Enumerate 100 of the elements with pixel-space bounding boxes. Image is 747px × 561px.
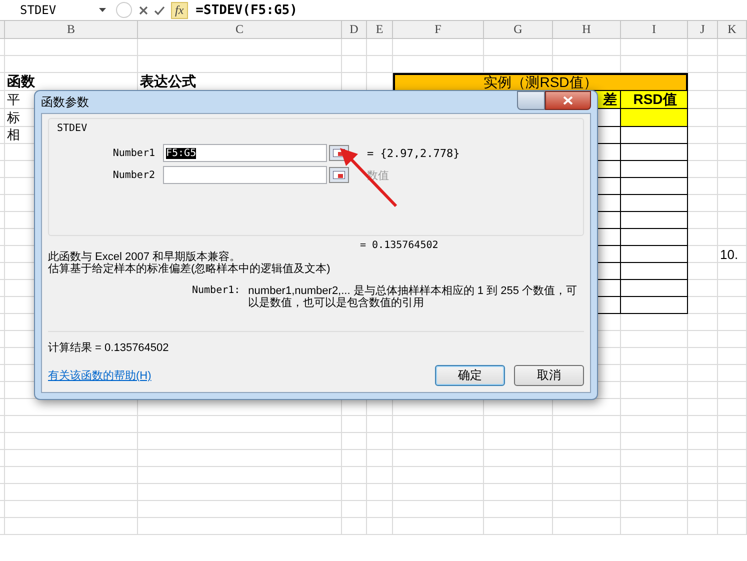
table-cell [688,195,718,212]
table-cell [342,39,367,56]
table-cell [621,467,688,484]
table-cell [688,144,718,161]
column-header[interactable]: G [484,21,553,39]
table-cell [342,399,367,416]
table-cell [621,433,688,450]
insert-function-button[interactable]: fx [171,2,188,18]
column-header[interactable]: E [367,21,393,39]
table-cell [688,39,718,56]
table-cell [621,280,688,297]
table-cell [718,416,747,433]
table-cell [688,518,718,535]
table-cell [688,467,718,484]
argument-field[interactable]: F5:G5 [163,144,327,162]
range-select-icon [333,171,345,179]
table-cell [484,501,553,518]
help-link[interactable]: 有关该函数的帮助(H) [48,368,426,383]
table-cell [718,331,747,348]
table-cell [621,518,688,535]
table-cell [621,212,688,229]
table-cell [688,399,718,416]
table-cell [688,433,718,450]
table-cell [688,416,718,433]
table-cell [688,314,718,331]
column-header[interactable]: C [138,21,342,39]
table-cell [718,433,747,450]
table-cell [342,518,367,535]
table-cell [718,382,747,399]
argument-label: Number1 [112,148,155,158]
table-cell [621,450,688,467]
table-cell [688,263,718,280]
table-cell [718,161,747,178]
check-icon[interactable] [154,6,165,14]
table-cell [718,127,747,144]
table-cell [688,127,718,144]
table-cell [621,39,688,56]
table-cell [553,56,621,73]
table-cell [342,467,367,484]
collapse-button[interactable] [329,167,349,183]
table-cell [688,212,718,229]
cell-text: 表达公式 [138,73,342,91]
cancel-icon[interactable] [139,6,148,14]
table-cell [553,501,621,518]
close-icon [563,96,573,105]
table-cell [484,433,553,450]
table-cell [688,331,718,348]
cell-text: 函数 [5,73,138,91]
table-cell [621,416,688,433]
table-cell [621,297,688,314]
table-cell [342,56,367,73]
table-cell [367,416,393,433]
dialog-button[interactable]: 取消 [514,365,584,386]
table-cell [718,467,747,484]
formula-text[interactable]: =STDEV(F5:G5) [196,2,298,18]
table-cell [342,433,367,450]
column-header[interactable]: K [718,21,747,39]
column-header[interactable]: J [688,21,718,39]
column-header[interactable]: F [393,21,484,39]
caret-icon[interactable] [99,8,106,12]
table-cell [718,297,747,314]
table-cell [484,416,553,433]
table-cell [688,229,718,246]
table-cell [688,109,718,127]
table-cell [718,91,747,109]
table-cell [367,501,393,518]
table-cell [484,399,553,416]
table-cell [688,73,718,91]
argument-field[interactable] [163,166,327,184]
table-cell [367,433,393,450]
table-cell [553,433,621,450]
dialog-button[interactable]: 确定 [435,365,505,386]
table-cell [621,484,688,501]
table-cell [688,280,718,297]
close-button[interactable] [545,91,591,110]
table-cell [718,195,747,212]
table-cell [621,399,688,416]
table-cell [342,450,367,467]
cell-text: 10. [718,246,747,263]
table-cell [367,56,393,73]
column-header[interactable]: H [553,21,621,39]
table-cell [553,39,621,56]
table-cell [621,501,688,518]
table-cell [621,195,688,212]
calculation-result: 计算结果 = 0.135764502 [48,341,170,355]
column-header[interactable]: D [342,21,367,39]
table-cell [621,178,688,195]
function-description: 估算基于给定样本的标准偏差(忽略样本中的逻辑值及文本) [48,263,332,275]
table-cell [688,348,718,365]
name-box[interactable]: STDEV [0,3,112,17]
column-header[interactable]: I [621,21,688,39]
column-header[interactable]: B [5,21,138,39]
table-cell [342,484,367,501]
table-cell [484,484,553,501]
table-title: 实例（测RSD值） [393,73,688,91]
table-cell [342,501,367,518]
table-cell [688,382,718,399]
help-button[interactable] [517,91,545,110]
argument-result: = {2.97,2.778} [367,146,460,160]
table-cell [621,365,688,382]
